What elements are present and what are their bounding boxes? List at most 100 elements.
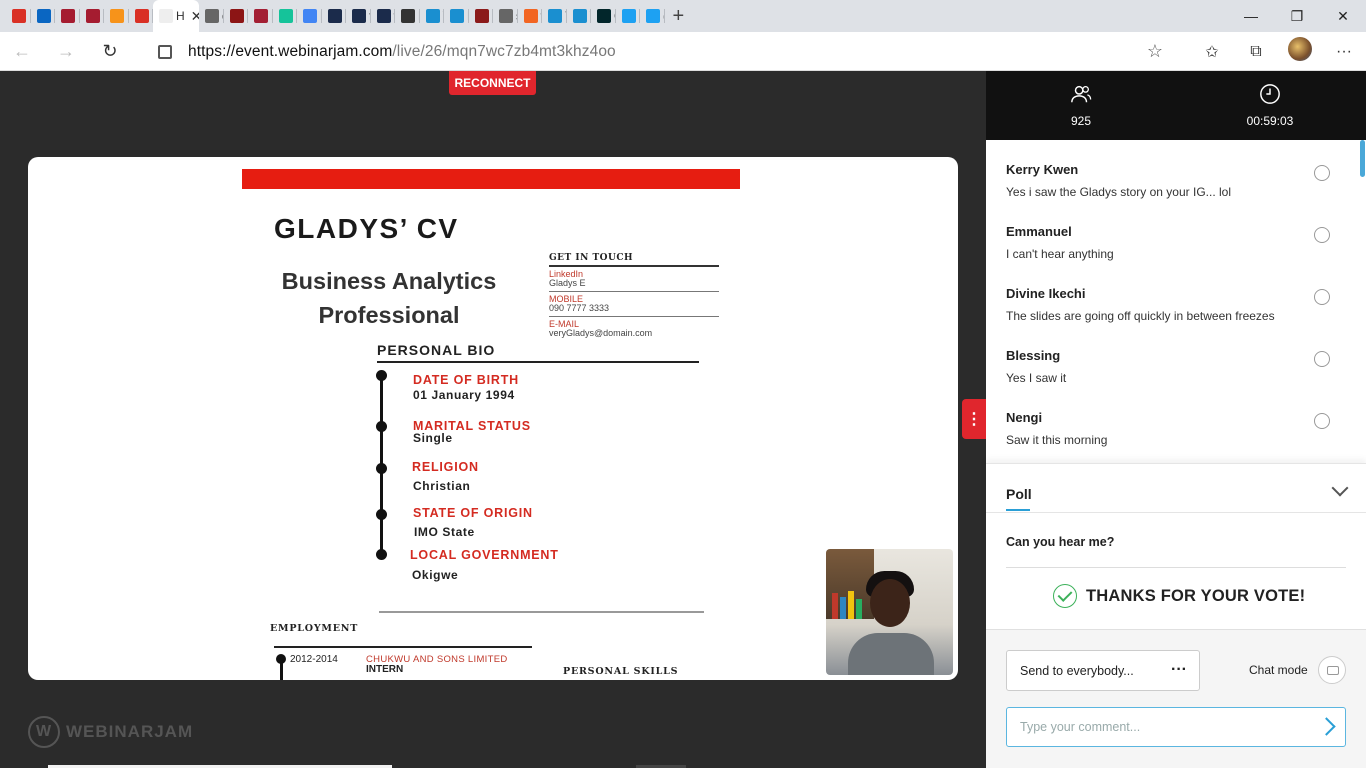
browser-tab[interactable]: M — [248, 0, 273, 32]
reconnect-button[interactable]: RECONNECT — [449, 71, 536, 95]
recipient-select-value: Send to everybody... — [1020, 663, 1134, 678]
harvard-icon — [85, 9, 100, 23]
webinarjam-icon — [159, 9, 173, 23]
browser-tab[interactable]: Y — [420, 0, 444, 32]
refresh-icon[interactable]: ↻ — [88, 41, 132, 62]
chat-compose: Send to everybody... ··· Chat mode Type … — [986, 629, 1366, 768]
harvard-icon — [61, 9, 75, 23]
checkmark-icon — [1053, 584, 1077, 608]
browser-tab[interactable]: (2 — [31, 0, 55, 32]
browser-tab-active[interactable]: H ✕ — [153, 0, 199, 32]
chat-scrollbar[interactable] — [1358, 140, 1366, 177]
maximize-icon[interactable]: ❐ — [1274, 0, 1320, 32]
dark-logo-icon — [327, 9, 342, 23]
browser-tab[interactable]: D — [297, 0, 322, 32]
close-window-icon[interactable]: ✕ — [1320, 0, 1366, 32]
address-bar: ← → ↻ https://event.webinarjam.com/live/… — [0, 32, 1366, 71]
brand-name: WEBINARJAM — [66, 722, 194, 741]
vote-thanks-text: THANKS FOR YOUR VOTE! — [1086, 586, 1306, 605]
forward-icon[interactable]: → — [44, 41, 88, 62]
browser-tab[interactable]: B — [444, 0, 469, 32]
browser-tab[interactable]: d — [199, 0, 224, 32]
message-select-radio[interactable] — [1314, 413, 1330, 429]
lock-icon — [158, 44, 172, 59]
browser-tab-strip: In(2PSP[NH✕dMMCDEfrfrRYBLsfiYYC(( + — [0, 0, 1366, 32]
url-field[interactable]: https://event.webinarjam.com/live/26/mqn… — [143, 36, 1175, 67]
browser-tab[interactable]: R — [395, 0, 420, 32]
docs-icon — [303, 9, 317, 23]
more-options-icon[interactable]: ··· — [1171, 661, 1187, 679]
browser-tab[interactable]: [N — [129, 0, 153, 32]
presenter-webcam[interactable] — [826, 549, 953, 675]
chat-mode-icon[interactable] — [1318, 656, 1346, 684]
browser-tab[interactable]: ( — [616, 0, 640, 32]
grammarly-icon — [278, 9, 293, 23]
send-arrow-icon[interactable] — [1317, 717, 1336, 736]
browser-tab[interactable]: M — [224, 0, 248, 32]
browser-tab[interactable]: s — [493, 0, 518, 32]
chat-message-author: Divine Ikechi — [1006, 286, 1086, 301]
back-icon[interactable]: ← — [0, 41, 44, 62]
employment-role: INTERN — [366, 664, 404, 675]
new-tab-icon[interactable]: + — [673, 5, 693, 28]
timeline-dot — [376, 463, 387, 474]
browser-tab[interactable]: C — [591, 0, 616, 32]
browser-tab[interactable]: C — [273, 0, 297, 32]
side-menu-toggle[interactable]: ⋮ — [962, 399, 986, 439]
profile-avatar[interactable] — [1278, 37, 1322, 66]
divider — [377, 361, 699, 363]
favorite-star-icon[interactable]: ☆ — [1147, 41, 1163, 62]
browser-tab[interactable]: P — [104, 0, 129, 32]
chat-message-text: Saw it this morning — [1006, 433, 1108, 447]
chat-messages[interactable]: Kerry Kwen Yes i saw the Gladys story on … — [986, 140, 1366, 460]
attendees-icon — [1071, 85, 1092, 103]
linkedin-icon — [36, 9, 51, 23]
browser-tab[interactable]: fr — [346, 0, 371, 32]
more-menu-icon[interactable]: ··· — [1322, 43, 1366, 61]
browser-tab[interactable]: fi — [518, 0, 542, 32]
document-icon — [205, 9, 219, 23]
url-host: https://event.webinarjam.com — [188, 42, 393, 60]
get-in-touch-heading: GET IN TOUCH — [549, 253, 633, 263]
browser-tab[interactable]: In — [6, 0, 31, 32]
timeline-line — [280, 662, 283, 680]
dark-logo-icon — [376, 9, 391, 23]
edx-icon — [597, 9, 611, 23]
webinarjam-logo-icon: W — [28, 716, 60, 748]
tab-poll[interactable]: Poll — [1006, 486, 1032, 511]
bio-field-value: IMO State — [414, 525, 475, 539]
recipient-select[interactable]: Send to everybody... ··· — [1006, 650, 1200, 691]
browser-tab[interactable]: Y — [567, 0, 591, 32]
minimize-icon[interactable]: — — [1228, 0, 1274, 32]
message-select-radio[interactable] — [1314, 351, 1330, 367]
favorites-icon[interactable]: ✩ — [1190, 42, 1234, 62]
chevron-down-icon[interactable] — [1331, 479, 1349, 497]
comment-input[interactable]: Type your comment... — [1006, 707, 1346, 747]
browser-tab[interactable]: S — [80, 0, 104, 32]
browser-tab[interactable]: E — [322, 0, 346, 32]
presenter-face — [870, 579, 910, 627]
chat-message: Emmanuel I can't hear anything — [1006, 224, 1346, 261]
divider — [549, 316, 719, 317]
employment-years: 2012-2014 — [290, 654, 338, 665]
collections-icon[interactable]: ⧉ — [1234, 43, 1278, 61]
bio-field-value: 01 January 1994 — [413, 388, 515, 402]
browser-tab[interactable]: Y — [542, 0, 567, 32]
message-select-radio[interactable] — [1314, 165, 1330, 181]
chat-message-author: Nengi — [1006, 410, 1043, 425]
browser-tab[interactable]: L — [469, 0, 493, 32]
timeline-dot — [376, 421, 387, 432]
message-select-radio[interactable] — [1314, 289, 1330, 305]
browser-tab[interactable]: ( — [640, 0, 665, 32]
personal-skills-heading: PERSONAL SKILLS — [563, 666, 679, 677]
presentation-stage: RECONNECT GLADYS’ CV Business Analytics … — [0, 71, 986, 768]
message-select-radio[interactable] — [1314, 227, 1330, 243]
close-tab-icon[interactable]: ✕ — [191, 8, 199, 25]
t-logo-icon — [425, 9, 440, 23]
divider — [549, 265, 719, 267]
browser-tab[interactable]: fr — [371, 0, 395, 32]
cv-subtitle-line1: Business Analytics — [281, 268, 497, 294]
chat-message: Blessing Yes I saw it — [1006, 348, 1346, 385]
browser-tab[interactable]: P — [55, 0, 80, 32]
email-value: veryGladys@domain.com — [549, 328, 653, 338]
